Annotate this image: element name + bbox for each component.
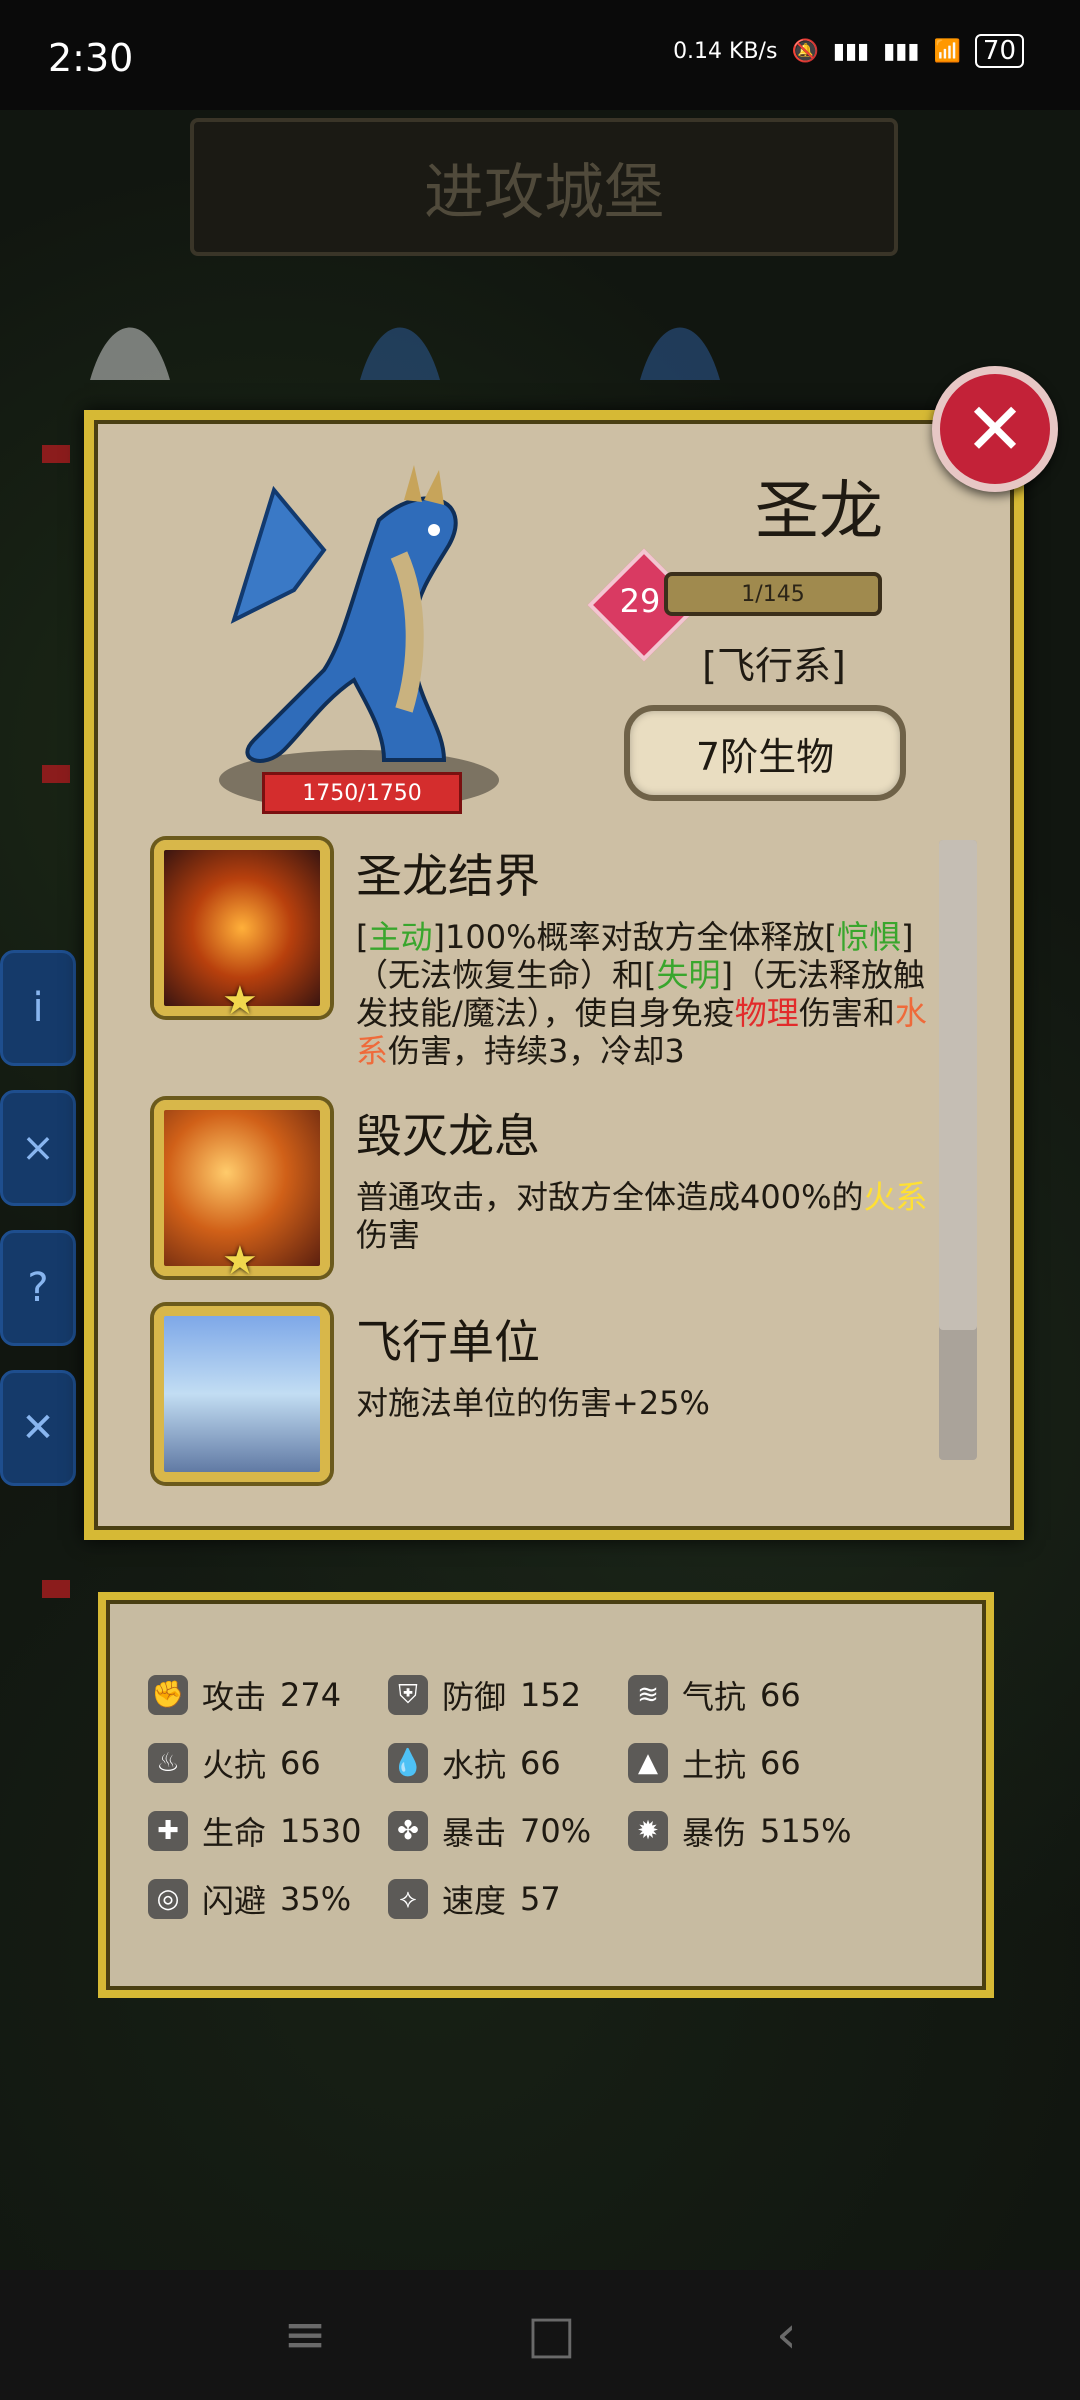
shield-icon: ⛨ [388, 1675, 428, 1715]
screen-title: 进攻城堡 [190, 118, 898, 256]
tornado-icon: ≋ [628, 1675, 668, 1715]
mountain-icon: ▲ [628, 1743, 668, 1783]
star-icon: ★ [222, 1238, 258, 1284]
status-time: 2:30 [48, 36, 134, 80]
stat-speed: ⟡ 速度 57 [388, 1876, 628, 1922]
xp-bar: 1/145 [664, 572, 882, 616]
dodge-icon: ◎ [148, 1879, 188, 1919]
stat-attack: ✊ 攻击 274 [148, 1672, 388, 1718]
burst-icon: ✹ [628, 1811, 668, 1851]
side-info-icon[interactable]: i [0, 950, 76, 1066]
stat-dodge: ◎ 闪避 35% [148, 1876, 388, 1922]
skill-icon-pegasus[interactable] [154, 1306, 330, 1482]
back-icon[interactable]: ‹ [776, 2305, 797, 2365]
mute-icon: 🔕 [791, 38, 819, 64]
skill-icon-dragon-breath[interactable]: ★ [154, 1100, 330, 1284]
health-marker [42, 445, 70, 463]
skill-item[interactable]: ★ 毁灭龙息 普通攻击，对敌方全体造成400%的火系伤害 [154, 1100, 934, 1284]
skill-name: 毁灭龙息 [356, 1109, 540, 1163]
side-speed-icon[interactable]: × [0, 1090, 76, 1206]
fist-icon: ✊ [148, 1675, 188, 1715]
unit-name: 圣龙 [755, 475, 883, 549]
star-icon: ★ [222, 978, 258, 1024]
skills-list[interactable]: ★ 圣龙结界 [主动]100%概率对敌方全体释放[惊惧]（无法恢复生命）和[失明… [154, 840, 934, 1512]
skill-item[interactable]: 飞行单位 对施法单位的伤害+25% [154, 1306, 934, 1482]
hp-bar: 1750/1750 [262, 772, 462, 814]
background-dragon-icon [70, 270, 190, 400]
close-button[interactable]: ✕ [932, 366, 1058, 492]
health-marker [42, 1580, 70, 1598]
skills-scrollbar[interactable] [939, 840, 977, 1460]
skill-item[interactable]: ★ 圣龙结界 [主动]100%概率对敌方全体释放[惊惧]（无法恢复生命）和[失明… [154, 840, 934, 1070]
scroll-thumb[interactable] [939, 840, 977, 1330]
battery-indicator: 70 [974, 34, 1024, 68]
stats-panel: ✊ 攻击 274 ⛨ 防御 152 ≋ 气抗 66 ♨ 火抗 66 💧 水抗 66 ▲ 土抗 66 ✚ 生… [98, 1592, 994, 1998]
unit-type: [飞行系] [702, 644, 846, 688]
health-marker [42, 765, 70, 783]
heart-plus-icon: ✚ [148, 1811, 188, 1851]
clover-icon: ✤ [388, 1811, 428, 1851]
fire-icon: ♨ [148, 1743, 188, 1783]
android-nav-bar: ≡ □ ‹ [0, 2270, 1080, 2400]
side-help-icon[interactable]: ? [0, 1230, 76, 1346]
stat-water-resist: 💧 水抗 66 [388, 1740, 628, 1786]
menu-icon[interactable]: ≡ [283, 2305, 327, 2365]
stat-crit-dmg: ✹ 暴伤 515% [628, 1808, 868, 1854]
skill-description: 对施法单位的伤害+25% [356, 1384, 710, 1422]
water-drop-icon: 💧 [388, 1743, 428, 1783]
status-bar: 2:30 0.14 KB/s 🔕 ▮▮▮ ▮▮▮ 📶 70 [0, 0, 1080, 110]
stat-defense: ⛨ 防御 152 [388, 1672, 628, 1718]
skill-name: 圣龙结界 [356, 849, 540, 903]
wifi-icon: 📶 [933, 38, 961, 64]
rank-scroll: 7阶生物 [624, 705, 906, 801]
network-speed: 0.14 KB/s [673, 38, 778, 64]
dragon-portrait [194, 460, 524, 820]
stat-fire-resist: ♨ 火抗 66 [148, 1740, 388, 1786]
skill-description: [主动]100%概率对敌方全体释放[惊惧]（无法恢复生命）和[失明]（无法释放触… [356, 918, 927, 1070]
close-icon: ✕ [964, 387, 1026, 471]
skill-icon-fire-pillar[interactable]: ★ [154, 840, 330, 1024]
boot-icon: ⟡ [388, 1879, 428, 1919]
signal-icon: ▮▮▮ [832, 38, 870, 64]
home-icon[interactable]: □ [527, 2305, 576, 2365]
stat-earth-resist: ▲ 土抗 66 [628, 1740, 868, 1786]
status-icons: 0.14 KB/s 🔕 ▮▮▮ ▮▮▮ 📶 70 [673, 34, 1024, 68]
skill-description: 普通攻击，对敌方全体造成400%的火系伤害 [356, 1178, 928, 1254]
stat-air-resist: ≋ 气抗 66 [628, 1672, 868, 1718]
stat-life: ✚ 生命 1530 [148, 1808, 388, 1854]
background-dragon-icon [620, 270, 740, 400]
unit-detail-modal: 1750/1750 圣龙 29 1/145 [飞行系] 7阶生物 ★ 圣龙结界 … [84, 410, 1024, 1540]
stat-crit: ✤ 暴击 70% [388, 1808, 628, 1854]
signal-icon: ▮▮▮ [883, 38, 920, 64]
side-close-icon[interactable]: ✕ [0, 1370, 76, 1486]
skill-name: 飞行单位 [356, 1315, 540, 1369]
background-dragon-icon [340, 270, 460, 400]
